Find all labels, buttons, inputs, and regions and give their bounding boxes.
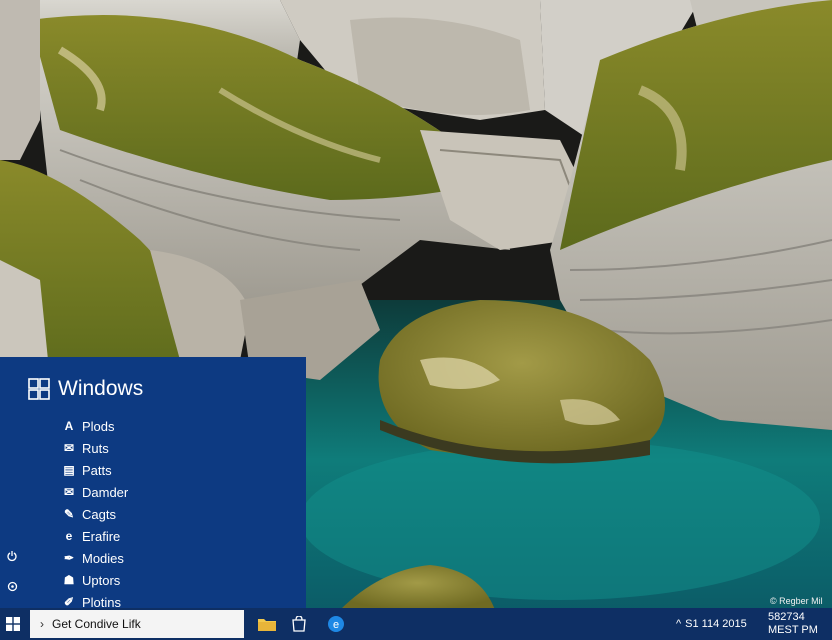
taskbar-clock[interactable]: 582734 MEST PM (768, 611, 832, 637)
start-menu: Windows A Plods ✉ Ruts ▤ Patts ✉ Damder … (0, 357, 306, 610)
menu-item-label: Ruts (82, 440, 109, 456)
clock-line-1: 582734 (768, 611, 805, 623)
watermark-text: © Regber Mil (770, 596, 823, 606)
file-explorer-icon[interactable] (252, 608, 282, 640)
menu-item-label: Uptors (82, 572, 121, 588)
quill-icon: ✒ (63, 551, 75, 565)
menu-item-erafire[interactable]: e Erafire (62, 525, 128, 547)
edge-icon: e (65, 529, 73, 543)
browser-icon[interactable]: e (321, 608, 351, 640)
menu-item-label: Damder (82, 484, 129, 500)
menu-item-ruts[interactable]: ✉ Ruts (62, 437, 128, 459)
menu-item-label: Modies (82, 550, 124, 566)
chevron-right-icon: › (40, 617, 44, 631)
start-button[interactable] (0, 608, 26, 640)
settings-icon[interactable] (6, 580, 18, 592)
menu-item-uptors[interactable]: ☗ Uptors (62, 569, 128, 591)
people-icon: ☗ (63, 573, 75, 587)
mail-icon: ✉ (63, 441, 75, 455)
menu-item-patts[interactable]: ▤ Patts (62, 459, 128, 481)
mail-icon: ✉ (63, 485, 75, 499)
system-tray: ^ S1 114 2015 (676, 608, 768, 640)
taskbar-search-box[interactable]: › Get Condive Lifk (30, 610, 244, 638)
menu-item-plods[interactable]: A Plods (62, 415, 128, 437)
search-box-text: Get Condive Lifk (52, 617, 141, 631)
document-icon: ▤ (63, 463, 75, 477)
menu-item-damder[interactable]: ✉ Damder (62, 481, 128, 503)
taskbar: › Get Condive Lifk e ^ S1 114 2015 58273… (0, 608, 832, 640)
svg-text:e: e (333, 619, 339, 631)
windows-logo-icon (6, 617, 20, 631)
start-menu-title: Windows (58, 377, 144, 400)
menu-item-label: Patts (82, 462, 112, 478)
pen-icon: ✐ (63, 595, 75, 609)
clock-line-2: MEST PM (768, 624, 818, 636)
power-icon[interactable] (6, 550, 18, 562)
menu-item-modies[interactable]: ✒ Modies (62, 547, 128, 569)
start-menu-app-list: A Plods ✉ Ruts ▤ Patts ✉ Damder ✎ Cagts … (62, 415, 128, 613)
start-menu-header: Windows (28, 377, 143, 401)
letter-a-icon: A (64, 419, 74, 433)
tray-status-text[interactable]: S1 114 2015 (685, 618, 747, 630)
chevron-up-icon[interactable]: ^ (676, 618, 681, 630)
menu-item-label: Plods (82, 418, 115, 434)
store-icon[interactable] (284, 608, 314, 640)
menu-item-label: Erafire (82, 528, 121, 544)
brush-icon: ✎ (63, 507, 75, 521)
windows-logo-icon (28, 378, 50, 400)
menu-item-cagts[interactable]: ✎ Cagts (62, 503, 128, 525)
menu-item-label: Cagts (82, 506, 116, 522)
